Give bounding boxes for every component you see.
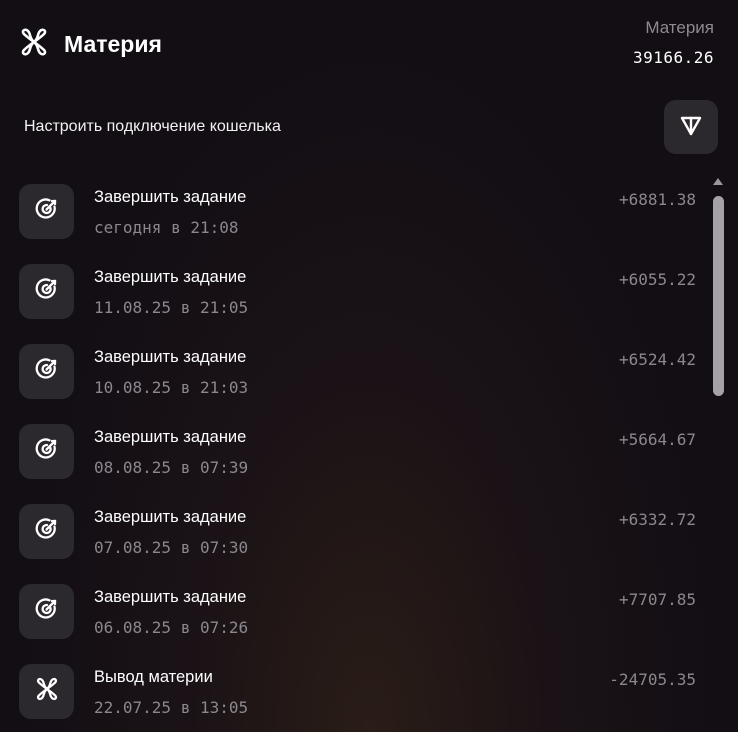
item-date: 11.08.25 в 21:05: [94, 298, 249, 317]
item-date: 08.08.25 в 07:39: [94, 458, 249, 477]
target-icon: [34, 596, 60, 627]
list-item[interactable]: Завершить задание 11.08.25 в 21:05 +6055…: [0, 252, 708, 332]
item-icon-box: [19, 584, 74, 639]
item-amount: +5664.67: [618, 430, 696, 449]
app-header: Материя Материя 39166.26: [0, 0, 738, 90]
item-icon-box: [19, 344, 74, 399]
list-item[interactable]: Завершить задание 08.08.25 в 07:39 +5664…: [0, 412, 708, 492]
item-amount: +6055.22: [618, 270, 696, 289]
list-item[interactable]: Завершить задание сегодня в 21:08 +6881.…: [0, 172, 708, 252]
item-title: Завершить задание: [94, 268, 247, 286]
item-title: Завершить задание: [94, 508, 247, 526]
target-icon: [34, 516, 60, 547]
target-icon: [34, 276, 60, 307]
item-amount: +6332.72: [618, 510, 696, 529]
item-amount: +7707.85: [618, 590, 696, 609]
item-icon-box: [19, 264, 74, 319]
wallet-connect-row: Настроить подключение кошелька: [0, 96, 738, 158]
scroll-thumb[interactable]: [713, 196, 724, 396]
item-amount: +6881.38: [618, 190, 696, 209]
item-date: 07.08.25 в 07:30: [94, 538, 249, 557]
item-icon-box: [19, 664, 74, 719]
transaction-list[interactable]: Завершить задание сегодня в 21:08 +6881.…: [0, 172, 708, 732]
list-item[interactable]: Завершить задание 06.08.25 в 07:26 +7707…: [0, 572, 708, 652]
x-knot-logo-icon: [34, 676, 60, 707]
target-icon: [34, 356, 60, 387]
item-title: Завершить задание: [94, 348, 247, 366]
scroll-up-arrow-icon[interactable]: [713, 178, 723, 185]
item-date: 22.07.25 в 13:05: [94, 698, 249, 717]
target-icon: [34, 436, 60, 467]
scrollbar[interactable]: [710, 176, 726, 732]
item-icon-box: [19, 184, 74, 239]
item-date: 06.08.25 в 07:26: [94, 618, 249, 637]
item-icon-box: [19, 424, 74, 479]
ton-wallet-button[interactable]: [664, 100, 718, 154]
page-title: Материя: [64, 31, 162, 57]
balance-value: 39166.26: [632, 48, 714, 67]
wallet-connect-label: Настроить подключение кошелька: [24, 118, 281, 135]
item-date: 10.08.25 в 21:03: [94, 378, 249, 397]
balance: Материя 39166.26: [633, 18, 714, 67]
x-knot-logo-icon: [18, 26, 50, 63]
item-icon-box: [19, 504, 74, 559]
item-title: Завершить задание: [94, 188, 247, 206]
item-title: Вывод материи: [94, 668, 213, 686]
item-title: Завершить задание: [94, 428, 247, 446]
list-item[interactable]: Завершить задание 10.08.25 в 21:03 +6524…: [0, 332, 708, 412]
item-date: сегодня в 21:08: [94, 218, 239, 237]
list-item[interactable]: Завершить задание 07.08.25 в 07:30 +6332…: [0, 492, 708, 572]
balance-label: Материя: [645, 18, 714, 37]
target-icon: [34, 196, 60, 227]
list-item[interactable]: Вывод материи 22.07.25 в 13:05 -24705.35: [0, 652, 708, 732]
item-amount: -24705.35: [609, 670, 696, 689]
item-amount: +6524.42: [618, 350, 696, 369]
item-title: Завершить задание: [94, 588, 247, 606]
brand: Материя: [18, 26, 162, 63]
ton-icon: [678, 112, 704, 143]
